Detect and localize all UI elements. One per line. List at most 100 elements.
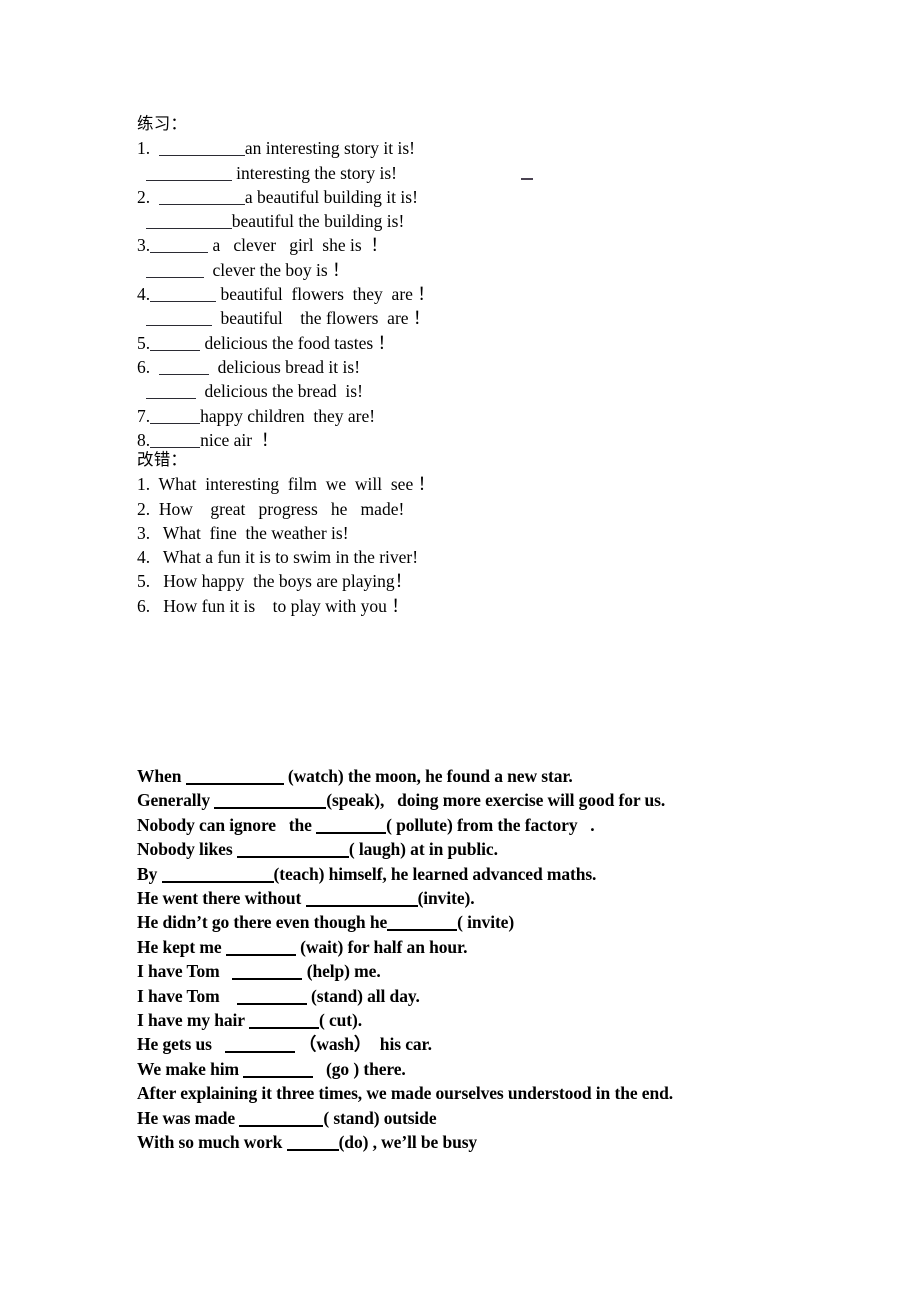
verb-form-line: He kept me (wait) for half an hour. — [137, 935, 673, 959]
verb-form-blank[interactable] — [185, 769, 284, 785]
verb-form-line-prefix: Nobody can ignore the — [137, 814, 317, 835]
verb-form-blank[interactable] — [232, 964, 303, 981]
verb-form-blank[interactable] — [214, 793, 327, 810]
correction-line-text: How fun it is to play with you ！ — [150, 595, 409, 616]
stray-underscore-mark — [521, 178, 533, 180]
practice-line: 6. delicious bread it is! — [137, 355, 435, 379]
practice-blank[interactable] — [158, 191, 245, 205]
verb-form-line-prefix: Generally — [137, 790, 215, 811]
correction-item-number: 5. — [137, 571, 151, 592]
verb-form-line: He went there without (invite). — [137, 886, 673, 910]
practice-line: 2. a beautiful building it is! — [137, 185, 435, 209]
verb-form-line-suffix: ( invite) — [457, 912, 515, 933]
verb-form-blank[interactable] — [387, 915, 458, 932]
practice-blank[interactable] — [150, 434, 201, 448]
correction-line-text: What interesting film we will see ！ — [150, 474, 436, 495]
verb-form-line: With so much work (do) , we’ll be busy — [137, 1130, 673, 1154]
verb-form-line-prefix: I have my hair — [137, 1010, 249, 1031]
verb-form-line-suffix: ( pollute) from the factory . — [386, 814, 595, 835]
practice-line-indent — [137, 381, 146, 401]
verb-form-line-suffix: (help) me. — [302, 961, 381, 982]
practice-line: beautiful the building is! — [137, 209, 435, 233]
practice-blank[interactable] — [145, 215, 232, 230]
practice-line: 3. a clever girl she is ！ — [137, 233, 435, 257]
verb-form-blank[interactable] — [225, 940, 296, 956]
verb-form-line-suffix: (go ) there. — [313, 1058, 406, 1079]
practice-line-text: delicious the food tastes ！ — [200, 332, 396, 353]
practice-blank[interactable] — [150, 410, 201, 424]
verb-form-line-prefix: He went there without — [137, 888, 306, 909]
practice-item-number: 8. — [137, 429, 151, 450]
practice-line-text: a beautiful building it is! — [244, 186, 418, 207]
verb-form-line: I have Tom (help) me. — [137, 959, 673, 983]
verb-form-line-prefix: He didn’t go there even though he — [137, 912, 388, 933]
verb-form-line: I have my hair ( cut). — [137, 1008, 673, 1032]
correction-line: 6. How fun it is to play with you ！ — [137, 594, 435, 618]
verb-form-blank[interactable] — [305, 891, 418, 908]
correction-line: 2. How great progress he made! — [137, 497, 435, 521]
practice-line: beautiful the flowers are ！ — [137, 306, 435, 330]
verb-form-line-prefix: He kept me — [137, 936, 226, 957]
verb-form-line-suffix: ( laugh) at in public. — [348, 839, 498, 860]
practice-item-number: 6. — [137, 356, 159, 377]
verb-form-line: We make him (go ) there. — [137, 1057, 673, 1081]
correction-heading: 改错： — [137, 450, 188, 469]
correction-line-text: What a fun it is to swim in the river! — [150, 547, 419, 568]
verb-form-line-suffix: ( stand) outside — [323, 1107, 437, 1128]
verb-form-line: Generally (speak), doing more exercise w… — [137, 788, 673, 812]
verb-form-section: When (watch) the moon, he found a new st… — [137, 764, 673, 1155]
practice-item-number: 7. — [137, 405, 151, 426]
practice-line: 7. happy children they are! — [137, 404, 435, 428]
correction-item-number: 3. — [137, 522, 151, 543]
verb-form-line-prefix: With so much work — [137, 1132, 287, 1153]
verb-form-blank[interactable] — [236, 989, 307, 1005]
practice-line: 1. an interesting story it is! — [137, 136, 435, 160]
verb-form-line-suffix: (wait) for half an hour. — [295, 936, 468, 957]
document-page: 练习： 1. an interesting story it is! inter… — [0, 0, 920, 1302]
verb-form-line: He was made ( stand) outside — [137, 1106, 673, 1130]
practice-blank[interactable] — [150, 337, 201, 351]
practice-line-text: beautiful the building is! — [231, 211, 405, 232]
practice-blank[interactable] — [145, 167, 232, 181]
practice-blank[interactable] — [150, 288, 217, 303]
practice-line: clever the boy is ！ — [137, 258, 435, 282]
practice-blank[interactable] — [145, 385, 196, 400]
verb-form-blank[interactable] — [248, 1013, 319, 1030]
practice-line: 4. beautiful flowers they are ！ — [137, 282, 435, 306]
verb-form-line-prefix: I have Tom — [137, 961, 233, 982]
verb-form-blank[interactable] — [224, 1037, 295, 1054]
practice-line-text: an interesting story it is! — [244, 138, 415, 159]
verb-form-line: When (watch) the moon, he found a new st… — [137, 764, 673, 788]
verb-form-line: After explaining it three times, we made… — [137, 1081, 673, 1105]
verb-form-line-prefix: After explaining it three times, we made… — [137, 1083, 673, 1104]
practice-line-text: beautiful flowers they are ！ — [216, 284, 435, 305]
practice-line-text: delicious bread it is! — [208, 356, 361, 377]
verb-form-line-prefix: I have Tom — [137, 985, 237, 1006]
practice-line-text: beautiful the flowers are ！ — [211, 308, 431, 329]
correction-line: 1. What interesting film we will see ！ — [137, 472, 435, 496]
verb-form-line-prefix: Nobody likes — [137, 839, 237, 860]
correction-line-text: How great progress he made! — [150, 498, 405, 519]
verb-form-blank[interactable] — [236, 842, 349, 859]
practice-line: delicious the bread is! — [137, 379, 435, 403]
practice-blank[interactable] — [145, 312, 212, 327]
correction-line: 4. What a fun it is to swim in the river… — [137, 545, 435, 569]
verb-form-line: He didn’t go there even though he ( invit… — [137, 910, 673, 934]
practice-line-text: delicious the bread is! — [195, 381, 363, 402]
verb-form-line-suffix: （wash） his car. — [294, 1034, 432, 1055]
verb-form-line-suffix: (speak), doing more exercise will good f… — [326, 790, 666, 811]
practice-blank[interactable] — [158, 361, 209, 375]
verb-form-line: By (teach) himself, he learned advanced … — [137, 862, 673, 886]
practice-blank[interactable] — [158, 142, 245, 157]
practice-item-number: 4. — [137, 284, 151, 305]
verb-form-line: I have Tom (stand) all day. — [137, 984, 673, 1008]
verb-form-blank[interactable] — [286, 1135, 339, 1152]
verb-form-blank[interactable] — [161, 867, 274, 883]
verb-form-line-suffix: (invite). — [417, 888, 475, 909]
verb-form-blank[interactable] — [316, 818, 387, 834]
verb-form-blank[interactable] — [243, 1062, 314, 1078]
practice-blank[interactable] — [150, 239, 209, 254]
verb-form-blank[interactable] — [239, 1111, 324, 1127]
practice-blank[interactable] — [145, 264, 204, 278]
practice-line-text: nice air ！ — [200, 429, 279, 450]
